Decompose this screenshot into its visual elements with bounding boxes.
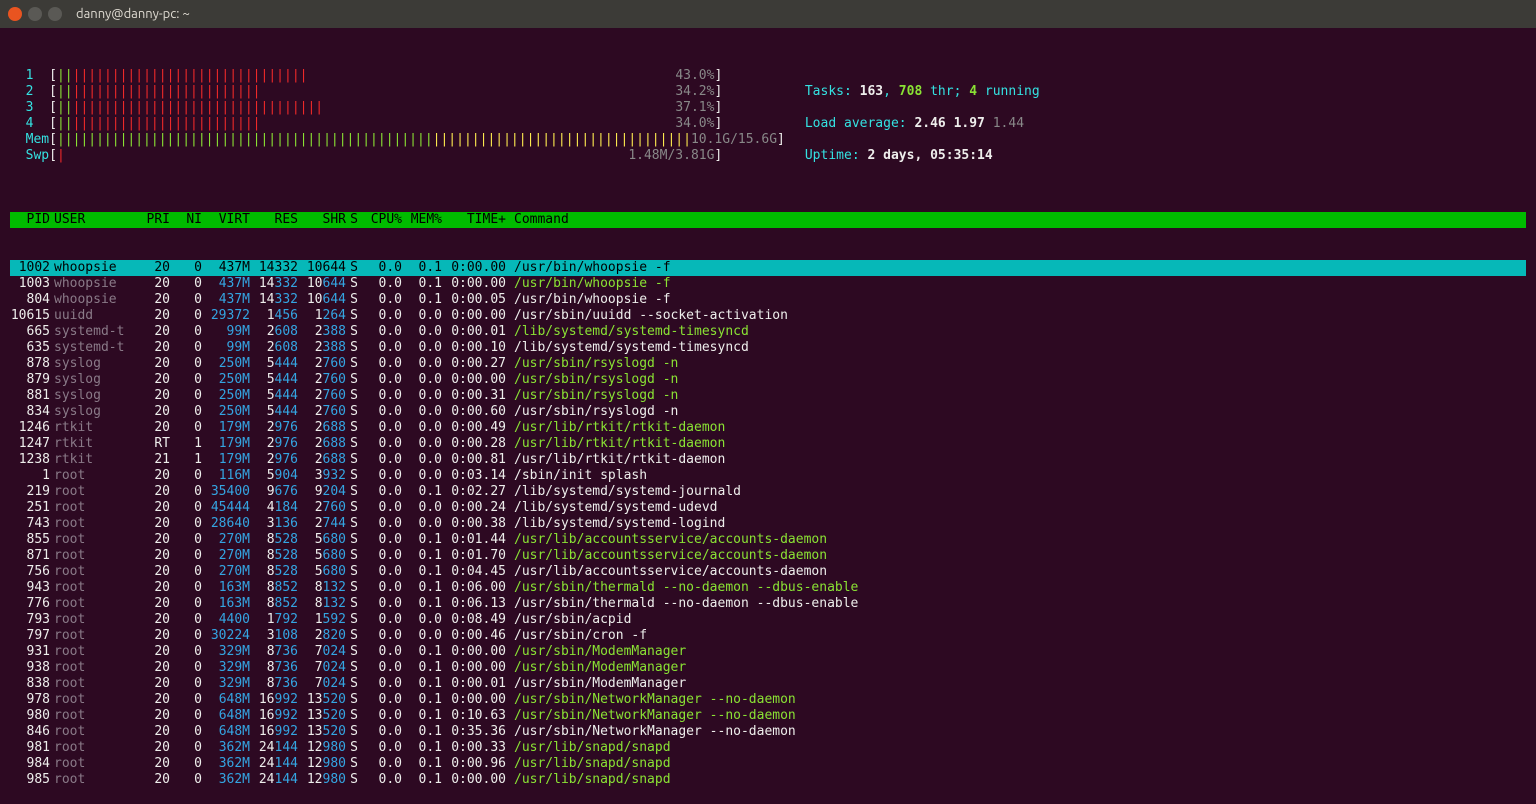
table-row[interactable]: 665systemd-t20099M26082388S0.00.00:00.01… — [10, 324, 1526, 340]
cpu-meter: 1 [|||||||||||||||||||||||||||||||| 43.0… — [10, 68, 785, 84]
table-row[interactable]: 838root200329M87367024S0.00.10:00.01/usr… — [10, 676, 1526, 692]
table-row[interactable]: 943root200163M88528132S0.00.10:06.00/usr… — [10, 580, 1526, 596]
table-row[interactable]: 834syslog200250M54442760S0.00.00:00.60/u… — [10, 404, 1526, 420]
minimize-icon[interactable] — [28, 7, 42, 21]
table-row[interactable]: 1247rtkitRT1179M29762688S0.00.00:00.28/u… — [10, 436, 1526, 452]
table-row[interactable]: 980root200648M1699213520S0.00.10:10.63/u… — [10, 708, 1526, 724]
table-row[interactable]: 881syslog200250M54442760S0.00.00:00.31/u… — [10, 388, 1526, 404]
table-row[interactable]: 1root200116M59043932S0.00.00:03.14/sbin/… — [10, 468, 1526, 484]
table-row[interactable]: 846root200648M1699213520S0.00.10:35.36/u… — [10, 724, 1526, 740]
terminal-viewport[interactable]: 1 [|||||||||||||||||||||||||||||||| 43.0… — [0, 28, 1536, 804]
table-row[interactable]: 978root200648M1699213520S0.00.10:00.00/u… — [10, 692, 1526, 708]
table-row[interactable]: 797root2003022431082820S0.00.00:00.46/us… — [10, 628, 1526, 644]
table-row[interactable]: 984root200362M2414412980S0.00.10:00.96/u… — [10, 756, 1526, 772]
table-row[interactable]: 938root200329M87367024S0.00.10:00.00/usr… — [10, 660, 1526, 676]
table-row[interactable]: 1246rtkit200179M29762688S0.00.00:00.49/u… — [10, 420, 1526, 436]
table-row[interactable]: 776root200163M88528132S0.00.10:06.13/usr… — [10, 596, 1526, 612]
table-row[interactable]: 871root200270M85285680S0.00.10:01.70/usr… — [10, 548, 1526, 564]
table-row[interactable]: 878syslog200250M54442760S0.00.00:00.27/u… — [10, 356, 1526, 372]
window-title: danny@danny-pc: ~ — [76, 7, 190, 21]
table-row[interactable]: 743root2002864031362744S0.00.00:00.38/li… — [10, 516, 1526, 532]
window-titlebar: danny@danny-pc: ~ — [0, 0, 1536, 28]
cpu-meter: 4 [|||||||||||||||||||||||||| 34.0%] — [10, 116, 785, 132]
table-row[interactable]: 1003whoopsie200437M1433210644S0.00.10:00… — [10, 276, 1526, 292]
process-header[interactable]: PIDUSERPRINIVIRTRESSHRSCPU%MEM%TIME+Comm… — [10, 212, 1526, 228]
table-row[interactable]: 931root200329M87367024S0.00.10:00.00/usr… — [10, 644, 1526, 660]
summary-panel: Tasks: 163, 708 thr; 4 running Load aver… — [805, 68, 1040, 180]
table-row[interactable]: 855root200270M85285680S0.00.10:01.44/usr… — [10, 532, 1526, 548]
cpu-meter: 2 [|||||||||||||||||||||||||| 34.2%] — [10, 84, 785, 100]
swap-meter: Swp[| 1.48M/3.81G] — [10, 148, 785, 164]
table-row[interactable]: 1002whoopsie200437M1433210644S0.00.10:00… — [10, 260, 1526, 276]
table-row[interactable]: 804whoopsie200437M1433210644S0.00.10:00.… — [10, 292, 1526, 308]
table-row[interactable]: 879syslog200250M54442760S0.00.00:00.00/u… — [10, 372, 1526, 388]
maximize-icon[interactable] — [48, 7, 62, 21]
table-row[interactable]: 793root200440017921592S0.00.00:08.49/usr… — [10, 612, 1526, 628]
table-row[interactable]: 1238rtkit211179M29762688S0.00.00:00.81/u… — [10, 452, 1526, 468]
table-row[interactable]: 219root2003540096769204S0.00.10:02.27/li… — [10, 484, 1526, 500]
mem-meter: Mem[||||||||||||||||||||||||||||||||||||… — [10, 132, 785, 148]
table-row[interactable]: 985root200362M2414412980S0.00.10:00.00/u… — [10, 772, 1526, 788]
table-row[interactable]: 756root200270M85285680S0.00.10:04.45/usr… — [10, 564, 1526, 580]
process-list[interactable]: 1002whoopsie200437M1433210644S0.00.10:00… — [10, 260, 1526, 788]
close-icon[interactable] — [8, 7, 22, 21]
table-row[interactable]: 10615uuidd2002937214561264S0.00.00:00.00… — [10, 308, 1526, 324]
table-row[interactable]: 251root2004544441842760S0.00.00:00.24/li… — [10, 500, 1526, 516]
table-row[interactable]: 635systemd-t20099M26082388S0.00.00:00.10… — [10, 340, 1526, 356]
table-row[interactable]: 981root200362M2414412980S0.00.10:00.33/u… — [10, 740, 1526, 756]
cpu-meter: 3 [|||||||||||||||||||||||||||||||||| 37… — [10, 100, 785, 116]
